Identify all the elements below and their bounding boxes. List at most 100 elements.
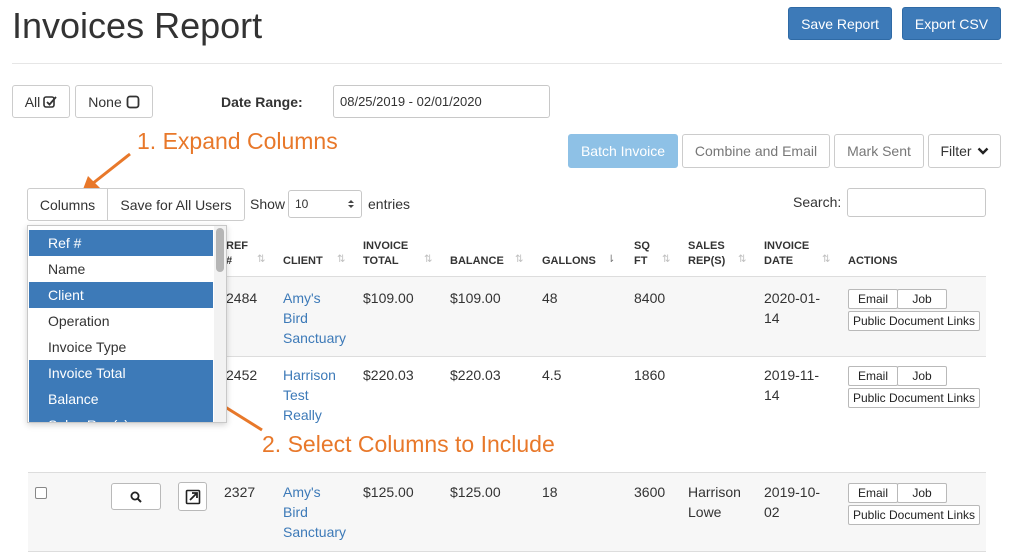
- entries-select[interactable]: 10: [288, 190, 362, 218]
- cell-balance: $109.00: [450, 290, 501, 306]
- cell-gallons: 48: [542, 290, 558, 306]
- search-input[interactable]: [847, 188, 986, 217]
- combine-email-button[interactable]: Combine and Email: [682, 134, 830, 168]
- client-line3: Sanctuary: [283, 524, 347, 540]
- row-checkbox[interactable]: [35, 487, 47, 499]
- columns-button[interactable]: Columns: [27, 188, 108, 221]
- client-link[interactable]: Amy's Bird Sanctuary: [283, 482, 346, 542]
- header-balance[interactable]: Balance: [450, 254, 504, 269]
- view-button[interactable]: [111, 483, 161, 510]
- client-link[interactable]: Amy's Bird Sanctuary: [283, 288, 346, 348]
- columns-dropdown[interactable]: Ref # Name Client Operation Invoice Type Invo…: [27, 225, 227, 423]
- save-report-button[interactable]: Save Report: [788, 7, 892, 40]
- row-divider: [28, 551, 986, 552]
- show-label: Show: [250, 196, 286, 212]
- date-line2: 02: [764, 504, 780, 520]
- client-link[interactable]: Harrison Test Really: [283, 365, 336, 425]
- sort-desc-icon: ⇂: [607, 254, 616, 265]
- cell-sqft: 8400: [634, 290, 666, 306]
- email-button[interactable]: Email: [848, 483, 898, 503]
- header-ref-line1: Ref: [226, 240, 248, 252]
- header-sales-line2: Rep(s): [688, 255, 726, 267]
- annotation-expand-columns: 1. Expand Columns: [137, 128, 338, 154]
- cell-invoice-date: 2019-10- 02: [764, 482, 820, 522]
- cell-balance: $125.00: [450, 484, 501, 500]
- cell-sales-rep: Harrison Lowe: [688, 482, 741, 522]
- search-icon: [130, 491, 142, 503]
- header-sqft-line1: Sq: [634, 240, 650, 252]
- column-option-client[interactable]: Client: [29, 282, 213, 308]
- select-all-button[interactable]: All: [12, 85, 70, 118]
- header-invoice-date[interactable]: Invoice Date: [764, 239, 809, 269]
- header-divider: [12, 63, 1002, 64]
- header-sales-rep[interactable]: Sales Rep(s): [688, 239, 725, 269]
- export-csv-button[interactable]: Export CSV: [902, 7, 1001, 40]
- date-line1: 2019-10-: [764, 484, 821, 500]
- public-links-button[interactable]: Public Document Links: [848, 311, 980, 331]
- cell-ref: 2484: [226, 290, 258, 306]
- job-button[interactable]: Job: [897, 483, 947, 503]
- annotation-select-columns: 2. Select Columns to Include: [262, 431, 555, 457]
- select-none-label: None: [88, 93, 122, 110]
- date-line2: 14: [764, 387, 780, 403]
- header-sqft-line2: Ft: [634, 255, 648, 267]
- email-button[interactable]: Email: [848, 289, 898, 309]
- cell-ref: 2452: [226, 367, 258, 383]
- column-option-sales-rep-s[interactable]: Sales Rep(s): [29, 412, 213, 422]
- mark-sent-button[interactable]: Mark Sent: [834, 134, 924, 168]
- column-option-ref[interactable]: Ref #: [29, 230, 213, 256]
- stepper-icon: [348, 200, 354, 208]
- sort-icon: ⇅: [257, 254, 266, 265]
- cell-ref: 2327: [224, 484, 256, 500]
- client-line3: Really: [283, 407, 322, 423]
- column-option-name[interactable]: Name: [29, 256, 213, 282]
- check-square-icon: [43, 95, 57, 108]
- batch-invoice-button[interactable]: Batch Invoice: [568, 134, 678, 168]
- date-range-label: Date Range:: [221, 94, 303, 110]
- header-ref[interactable]: Ref #: [226, 239, 248, 269]
- sort-icon: ⇅: [515, 254, 524, 265]
- header-client[interactable]: Client: [283, 254, 323, 269]
- client-line2: Bird: [283, 310, 308, 326]
- public-links-button[interactable]: Public Document Links: [848, 388, 980, 408]
- sort-icon: ⇅: [337, 254, 346, 265]
- email-button[interactable]: Email: [848, 366, 898, 386]
- save-all-users-button[interactable]: Save for All Users: [107, 188, 245, 221]
- filter-label: Filter: [940, 143, 972, 159]
- client-line2: Bird: [283, 504, 308, 520]
- entries-label: entries: [368, 196, 411, 212]
- cell-invoice-total: $125.00: [363, 484, 414, 500]
- search-label: Search:: [793, 194, 842, 210]
- header-sqft[interactable]: Sq Ft: [634, 239, 650, 269]
- select-none-button[interactable]: None: [75, 85, 153, 118]
- header-gallons[interactable]: Gallons: [542, 254, 596, 269]
- cell-balance: $220.03: [450, 367, 501, 383]
- job-button[interactable]: Job: [897, 289, 947, 309]
- public-links-button[interactable]: Public Document Links: [848, 505, 980, 525]
- header-invoice-total[interactable]: Invoice Total: [363, 239, 408, 269]
- job-button[interactable]: Job: [897, 366, 947, 386]
- date-range-input[interactable]: 08/25/2019 - 02/01/2020: [333, 85, 550, 118]
- square-icon: [126, 95, 140, 108]
- header-invoice-total-line2: Total: [363, 255, 399, 267]
- dropdown-scrollbar[interactable]: [216, 228, 224, 272]
- column-option-operation[interactable]: Operation: [29, 308, 213, 334]
- cell-gallons: 4.5: [542, 367, 562, 383]
- filter-button[interactable]: Filter: [928, 134, 1001, 168]
- open-invoice-button[interactable]: [178, 482, 207, 511]
- rep-line2: Lowe: [688, 504, 722, 520]
- page-title: Invoices Report: [12, 5, 263, 46]
- client-line2: Test: [283, 387, 309, 403]
- cell-gallons: 18: [542, 484, 558, 500]
- table-row: [28, 473, 986, 551]
- column-option-balance[interactable]: Balance: [29, 386, 213, 412]
- column-option-invoice-total[interactable]: Invoice Total: [29, 360, 213, 386]
- chevron-down-icon: [977, 147, 988, 155]
- column-option-invoice-type[interactable]: Invoice Type: [29, 334, 213, 360]
- date-line1: 2019-11-: [764, 367, 820, 383]
- entries-value: 10: [295, 197, 309, 211]
- header-invoice-date-line2: Date: [764, 255, 794, 267]
- cell-invoice-date: 2020-01- 14: [764, 288, 820, 328]
- cell-invoice-total: $109.00: [363, 290, 414, 306]
- header-invoice-date-line1: Invoice: [764, 240, 810, 252]
